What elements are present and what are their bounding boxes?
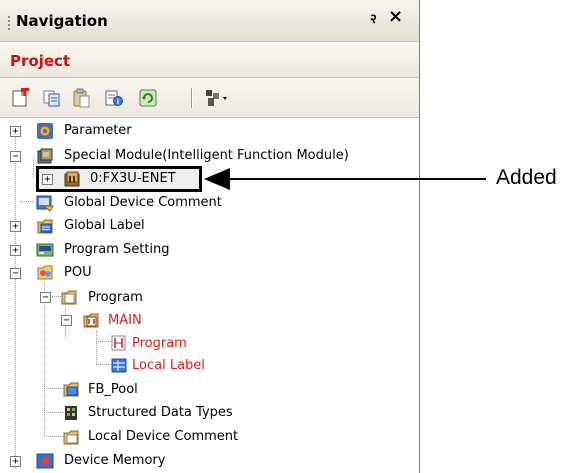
project-section-header[interactable]: Project (0, 42, 419, 78)
tree-line (20, 201, 34, 202)
tree-line (15, 133, 16, 469)
tree-item-device-memory[interactable]: Device Memory (64, 453, 165, 469)
pou-icon (37, 265, 53, 280)
expand-fx3u-enet-toggle[interactable]: + (42, 174, 53, 185)
paste-icon[interactable] (72, 88, 92, 108)
tree-item-pou[interactable]: POU (64, 265, 92, 281)
tree-line (44, 388, 64, 389)
tree-item-special-module[interactable]: Special Module(Intelligent Function Modu… (64, 148, 349, 164)
program-setting-icon (36, 243, 54, 257)
module-icon (64, 171, 80, 187)
tree-line (44, 412, 64, 413)
expand-device-memory-toggle[interactable]: + (10, 456, 21, 467)
close-icon[interactable]: × (388, 8, 403, 26)
tree-item-program[interactable]: Program (88, 290, 143, 306)
tree-line (44, 436, 64, 437)
display-filter-icon[interactable] (204, 88, 230, 108)
collapse-program-toggle[interactable]: − (40, 292, 51, 303)
new-data-icon[interactable] (10, 88, 30, 108)
expand-program-setting-toggle[interactable]: + (10, 245, 21, 256)
collapse-special-module-toggle[interactable]: − (10, 151, 21, 162)
navigation-panel: Navigation २ × Project i + Parameter − S… (0, 0, 420, 473)
ladder-program-icon (111, 335, 126, 351)
drag-grip-icon[interactable] (8, 15, 10, 31)
parameter-icon (37, 123, 53, 139)
properties-icon[interactable]: i (104, 88, 124, 108)
toolbar-separator (191, 88, 193, 108)
svg-text:i: i (117, 98, 119, 106)
tree-item-parameter[interactable]: Parameter (64, 123, 132, 139)
tree-item-local-device-comment[interactable]: Local Device Comment (88, 429, 238, 445)
program-folder-icon (61, 290, 77, 305)
pin-icon[interactable]: २ (370, 9, 377, 27)
local-label-icon (111, 358, 127, 373)
copy-icon[interactable] (42, 88, 62, 108)
fb-pool-icon (63, 382, 79, 397)
panel-title: Navigation (16, 12, 108, 30)
screenshot: Navigation २ × Project i + Parameter − S… (0, 0, 574, 473)
panel-title-bar[interactable]: Navigation २ × (0, 0, 419, 42)
section-label: Project (10, 52, 71, 70)
annotation-line (228, 178, 486, 180)
tree-item-program-setting[interactable]: Program Setting (64, 242, 170, 258)
structured-data-types-icon (65, 406, 77, 420)
tree-item-fb-pool[interactable]: FB_Pool (88, 382, 138, 398)
global-label-icon (37, 219, 53, 234)
tree-line (33, 158, 34, 178)
tree-item-global-label[interactable]: Global Label (64, 218, 145, 234)
tree-item-main[interactable]: MAIN (108, 313, 142, 329)
local-device-comment-icon (63, 430, 79, 445)
collapse-pou-toggle[interactable]: − (10, 268, 21, 279)
tree-item-structured-data-types[interactable]: Structured Data Types (88, 405, 233, 421)
tree-line (96, 331, 97, 365)
global-device-comment-icon (36, 195, 54, 212)
annotation-arrowhead (204, 168, 230, 190)
refresh-icon[interactable] (138, 88, 158, 108)
tree-item-main-program[interactable]: Program (132, 336, 187, 352)
annotation-label: Added (496, 166, 557, 189)
special-module-icon (37, 148, 53, 164)
tree-item-fx3u-enet[interactable]: 0:FX3U-ENET (90, 171, 176, 187)
expand-global-label-toggle[interactable]: + (10, 221, 21, 232)
tree-item-global-device-comment[interactable]: Global Device Comment (64, 195, 222, 211)
navigation-toolbar: i (0, 78, 419, 118)
device-memory-icon (36, 453, 54, 469)
expand-parameter-toggle[interactable]: + (10, 126, 21, 137)
collapse-main-toggle[interactable]: − (61, 315, 72, 326)
main-program-icon (83, 313, 99, 328)
tree-item-local-label[interactable]: Local Label (132, 358, 205, 374)
